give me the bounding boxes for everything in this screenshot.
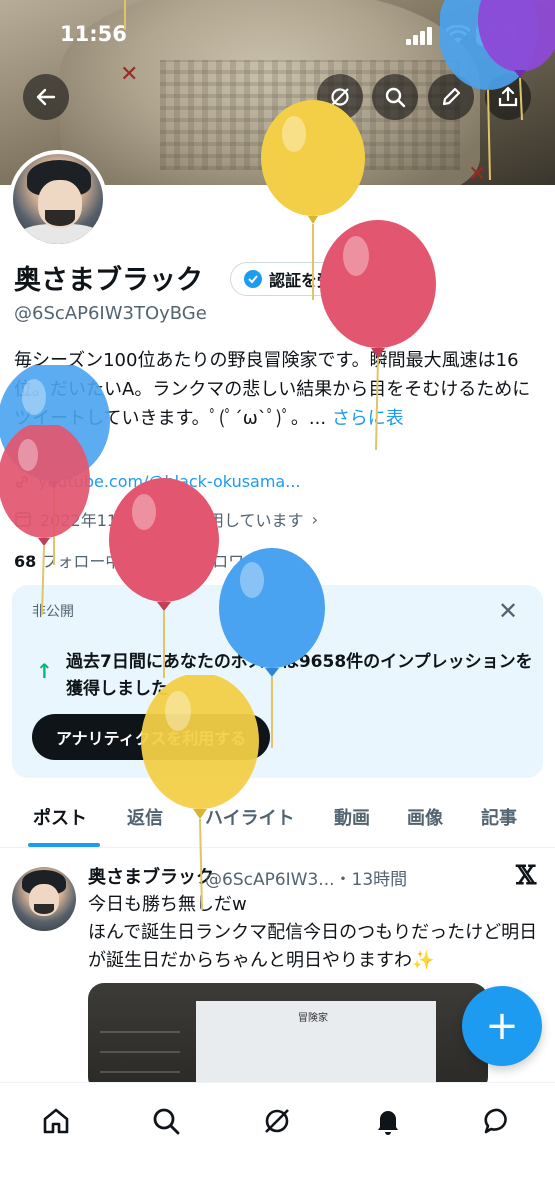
share-button[interactable] <box>485 74 531 120</box>
active-tab-indicator <box>28 843 100 847</box>
post-image-sidebar <box>100 1013 180 1093</box>
following-label: フォロー中 <box>41 552 122 571</box>
banner-map-grid <box>160 60 460 170</box>
private-label: 非公開 <box>32 604 74 620</box>
status-bar: 11:56 100 <box>0 0 555 72</box>
tab-replies[interactable]: 返信 <box>127 804 163 830</box>
profile-avatar[interactable] <box>9 150 107 248</box>
search-icon <box>385 87 406 108</box>
joined-date[interactable]: 2022年11月からXを利用しています › <box>14 507 318 531</box>
following-count: 68 <box>14 552 37 571</box>
back-icon <box>36 88 56 106</box>
close-icon[interactable]: ✕ <box>498 597 518 625</box>
avatar-beard <box>45 210 75 226</box>
profile-tabs: ポスト 返信 ハイライト 動画 画像 記事 <box>0 796 555 848</box>
post-image-title: 冒険家 <box>298 1013 328 1024</box>
post-text-line: ほんで誕生日ランクマ配信今日のつもりだったけど明日が誕生日だからちゃんと明日やり… <box>88 922 538 971</box>
nav-grok[interactable] <box>257 1101 297 1141</box>
battery-indicator: 100 <box>476 24 516 46</box>
followers-link[interactable]: 145 フォロワー <box>142 552 261 571</box>
post-text: 今日も勝ち無しだw ほんで誕生日ランクマ配信今日のつもりだったけど明日が誕生日だ… <box>88 891 543 975</box>
share-icon <box>498 86 518 107</box>
tab-posts[interactable]: ポスト <box>33 804 87 830</box>
nav-messages[interactable] <box>478 1101 518 1141</box>
cellular-signal-icon <box>406 27 432 45</box>
grok-button[interactable] <box>317 74 363 120</box>
verified-badge-icon <box>244 270 262 288</box>
x-logo-icon: 𝕏 <box>516 861 537 891</box>
back-button[interactable] <box>23 74 69 120</box>
tab-highlights[interactable]: ハイライト <box>205 804 295 830</box>
post-author-avatar[interactable] <box>12 867 76 931</box>
analytics-button[interactable]: アナリティクスを利用する <box>32 714 271 760</box>
edit-icon <box>442 87 461 106</box>
bottom-navigation <box>0 1082 555 1200</box>
grok-icon <box>331 88 349 106</box>
plus-icon: + <box>485 1003 519 1049</box>
profile-handle: @6ScAP6IW3TOyBGe <box>14 303 207 324</box>
compose-post-button[interactable]: + <box>462 986 542 1066</box>
bell-icon <box>378 1111 398 1135</box>
joined-text: 2022年11月からXを利用しています <box>40 511 304 530</box>
get-verified-label: 認証を受ける <box>269 271 366 290</box>
trend-up-icon: ↑ <box>36 659 53 683</box>
bio-text: 毎シーズン100位あたりの野良冒険家です。瞬間最大風速は16位。だいたいA。ラン… <box>14 350 531 429</box>
post-meta: @6ScAP6IW3...・13時間 <box>205 870 408 890</box>
insights-message: 過去7日間にあなたのポストは9658件のインプレッションを獲得しました <box>66 652 533 699</box>
grok-nav-icon <box>265 1109 289 1133</box>
avatar-beard <box>34 904 54 914</box>
profile-name: 奥さまブラック <box>14 265 203 296</box>
wifi-icon <box>446 25 470 43</box>
tab-photos[interactable]: 画像 <box>407 804 443 830</box>
post-image[interactable]: 冒険家 <box>88 983 488 1093</box>
nav-home[interactable] <box>36 1101 76 1141</box>
chevron-right-icon: › <box>311 509 318 529</box>
follow-stats: 68 フォロー中 145 フォロワー <box>14 548 260 572</box>
messages-icon <box>484 1108 507 1134</box>
tab-videos[interactable]: 動画 <box>334 804 370 830</box>
nav-notifications[interactable] <box>368 1101 408 1141</box>
link-icon <box>16 475 28 488</box>
calendar-icon <box>15 512 31 527</box>
nav-search[interactable] <box>146 1101 186 1141</box>
profile-link-text[interactable]: youtube.com/@black-okusama... <box>38 472 301 491</box>
status-time: 11:56 <box>60 22 127 46</box>
get-verified-button[interactable]: 認証を受ける <box>230 262 381 296</box>
post-text-line: 今日も勝ち無しだw <box>88 894 247 915</box>
edit-profile-button[interactable] <box>428 74 474 120</box>
following-link[interactable]: 68 フォロー中 <box>14 552 121 571</box>
home-icon <box>43 1108 69 1134</box>
bio-more-link[interactable]: さらに表 <box>332 408 404 429</box>
followers-label: フォロワー <box>180 552 261 571</box>
tab-articles[interactable]: 記事 <box>481 804 517 830</box>
followers-count: 145 <box>141 552 176 571</box>
search-nav-icon <box>153 1108 180 1135</box>
post-author-name[interactable]: 奥さまブラック <box>88 863 214 889</box>
banner-map-mark: ✕ <box>468 162 487 185</box>
insights-card: 非公開 ✕ ↑ 過去7日間にあなたのポストは9658件のインプレッションを獲得し… <box>12 585 543 778</box>
search-button[interactable] <box>372 74 418 120</box>
profile-bio: 毎シーズン100位あたりの野良冒険家です。瞬間最大風速は16位。だいたいA。ラン… <box>14 346 544 433</box>
profile-link[interactable]: youtube.com/@black-okusama... <box>14 472 301 491</box>
